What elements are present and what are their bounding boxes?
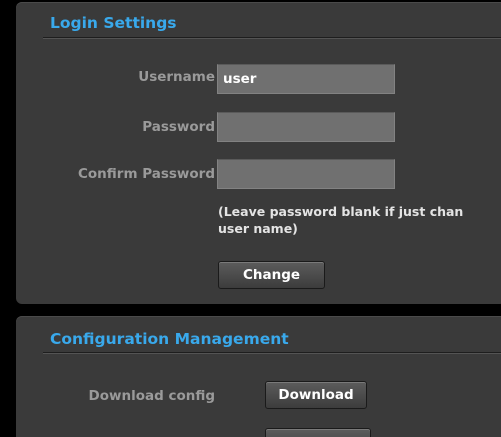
username-label: Username [138,69,215,85]
login-settings-title: Login Settings [50,14,177,32]
cut-off-row-button[interactable] [265,428,371,437]
password-hint: (Leave password blank if just chan user … [218,203,501,237]
login-settings-divider [43,37,501,39]
password-input[interactable] [217,112,395,142]
password-hint-line1: (Leave password blank if just chan [218,204,464,219]
change-button[interactable]: Change [218,261,325,289]
configuration-management-panel: Configuration Management Download config… [16,316,501,437]
download-button[interactable]: Download [265,381,367,409]
confirm-password-input[interactable] [217,159,395,189]
configuration-management-title: Configuration Management [50,330,289,348]
configuration-management-divider [43,352,501,354]
confirm-password-label: Confirm Password [77,166,215,182]
password-hint-line2: user name) [218,221,298,236]
username-input[interactable] [217,64,395,94]
password-label: Password [142,119,215,135]
settings-page: Login Settings Username Password Confirm… [0,0,501,437]
login-settings-panel: Login Settings Username Password Confirm… [16,2,501,304]
download-config-label: Download config [88,388,216,404]
